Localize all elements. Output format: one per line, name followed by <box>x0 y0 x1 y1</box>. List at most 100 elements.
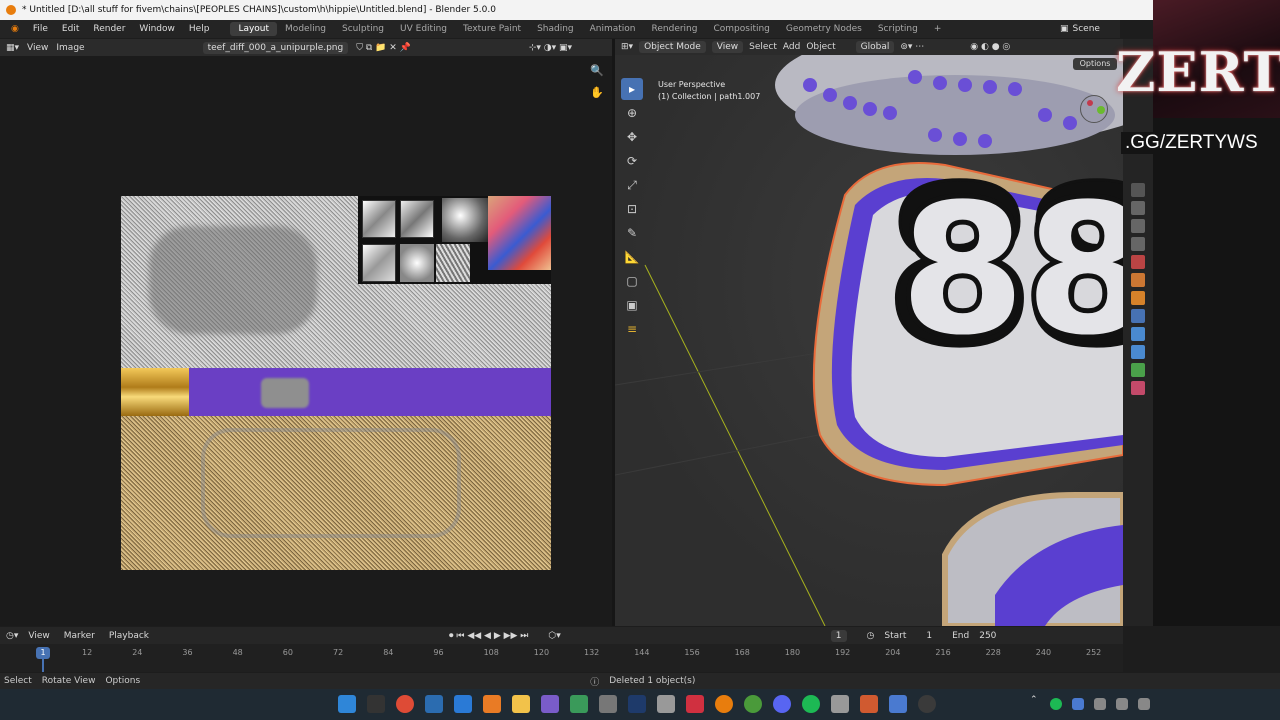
taskbar-app-icon[interactable] <box>918 695 936 713</box>
tab-sculpting[interactable]: Sculpting <box>334 22 392 36</box>
keying-icon[interactable]: ⬡▾ <box>548 631 560 641</box>
menu-render[interactable]: Render <box>86 24 132 34</box>
tab-layout[interactable]: Layout <box>230 22 278 36</box>
browser-icon[interactable] <box>744 695 762 713</box>
viewport-shading-icons[interactable]: ◉ ◐ ● ◎ <box>970 42 1010 52</box>
taskbar-app-icon[interactable] <box>831 695 849 713</box>
material-properties-icon[interactable] <box>1131 381 1145 395</box>
view-layer-properties-icon[interactable] <box>1131 237 1145 251</box>
start-frame-field[interactable]: 1 <box>926 631 932 641</box>
annotate-tool-icon[interactable]: ✎ <box>621 222 643 244</box>
data-properties-icon[interactable] <box>1131 363 1145 377</box>
physics-properties-icon[interactable] <box>1131 345 1145 359</box>
menu-edit[interactable]: Edit <box>55 24 86 34</box>
timeline-view-menu[interactable]: View <box>28 631 49 641</box>
transform-tool-icon[interactable]: ⊡ <box>621 198 643 220</box>
clock-icon[interactable]: ◷ <box>867 631 875 641</box>
timeline-area[interactable]: 12 24 36 48 60 72 84 96 108 120 132 144 156 168 180 192… <box>0 644 1123 672</box>
tab-shading[interactable]: Shading <box>529 22 582 36</box>
file-explorer-icon[interactable] <box>512 695 530 713</box>
viewport-add-menu[interactable]: Add <box>783 42 800 52</box>
viewport-view-menu[interactable]: View <box>711 41 744 53</box>
image-name-field[interactable]: teef_diff_000_a_unipurple.png <box>202 41 349 54</box>
viewport-object-menu[interactable]: Object <box>806 42 835 52</box>
tab-uv-editing[interactable]: UV Editing <box>392 22 455 36</box>
tab-scripting[interactable]: Scripting <box>870 22 926 36</box>
menu-window[interactable]: Window <box>132 24 182 34</box>
scene-selector[interactable]: ▣ Scene <box>1060 22 1120 36</box>
taskbar-app-icon[interactable] <box>570 695 588 713</box>
object-mode-dropdown[interactable]: Object Mode <box>639 41 706 53</box>
tool-properties-icon[interactable] <box>1131 183 1145 197</box>
viewport-editor-type-icon[interactable]: ⊞▾ <box>621 42 633 52</box>
particles-properties-icon[interactable] <box>1131 327 1145 341</box>
tab-animation[interactable]: Animation <box>582 22 644 36</box>
render-properties-icon[interactable] <box>1131 201 1145 215</box>
modifier-properties-icon[interactable] <box>1131 309 1145 323</box>
taskbar-app-icon[interactable] <box>657 695 675 713</box>
cursor-tool-icon[interactable]: ⊕ <box>621 102 643 124</box>
grease-pencil-tool-icon[interactable]: ≡ <box>621 318 643 340</box>
tab-texture-paint[interactable]: Texture Paint <box>455 22 529 36</box>
viewport-options-button[interactable]: Options <box>1073 58 1117 70</box>
transform-orientation-dropdown[interactable]: Global <box>855 41 895 53</box>
store-icon[interactable] <box>425 695 443 713</box>
timeline-editor-type-icon[interactable]: ◷▾ <box>6 631 18 641</box>
tab-rendering[interactable]: Rendering <box>644 22 706 36</box>
photoshop-icon[interactable] <box>628 695 646 713</box>
taskbar-app-icon[interactable] <box>541 695 559 713</box>
add-workspace-button[interactable]: + <box>926 22 950 36</box>
end-frame-field[interactable]: 250 <box>979 631 996 641</box>
settings-icon[interactable] <box>599 695 617 713</box>
taskbar-app-icon[interactable] <box>367 695 385 713</box>
add-cube-tool-icon[interactable]: ▢ <box>621 270 643 292</box>
navigation-gizmo[interactable] <box>1080 95 1108 123</box>
current-frame-field[interactable]: 1 <box>830 629 847 642</box>
illustrator-icon[interactable] <box>483 695 501 713</box>
tab-modeling[interactable]: Modeling <box>277 22 334 36</box>
playhead[interactable]: 1 <box>36 647 50 659</box>
move-tool-icon[interactable]: ✥ <box>621 126 643 148</box>
tab-geometry-nodes[interactable]: Geometry Nodes <box>778 22 870 36</box>
taskbar-app-icon[interactable] <box>860 695 878 713</box>
tray-chevron-icon[interactable]: ⌃ <box>1030 695 1040 713</box>
fake-user-icon[interactable]: ⛉ ⧉ 📁 ✕ 📌 <box>356 43 411 53</box>
menu-help[interactable]: Help <box>182 24 217 34</box>
vscode-icon[interactable] <box>454 695 472 713</box>
tray-network-icon[interactable] <box>1138 698 1150 710</box>
3d-viewport[interactable]: 888 888 <box>615 55 1123 626</box>
timeline-marker-menu[interactable]: Marker <box>64 631 95 641</box>
object-properties-icon[interactable] <box>1131 291 1145 305</box>
spotify-icon[interactable] <box>802 695 820 713</box>
rotate-tool-icon[interactable]: ⟳ <box>621 150 643 172</box>
measure-tool-icon[interactable]: 📐 <box>621 246 643 268</box>
tab-compositing[interactable]: Compositing <box>705 22 777 36</box>
blender-menu-icon[interactable]: ◉ <box>4 24 26 34</box>
pan-hand-icon[interactable]: ✋ <box>590 86 604 99</box>
tray-app-icon[interactable] <box>1072 698 1084 710</box>
viewport-select-menu[interactable]: Select <box>749 42 777 52</box>
zoom-icon[interactable]: 🔍 <box>590 64 604 77</box>
image-editor-tool-icons[interactable]: ⊹▾ ◑▾ ▣▾ <box>529 43 572 53</box>
timeline-playback-menu[interactable]: Playback <box>109 631 149 641</box>
start-button-icon[interactable] <box>338 695 356 713</box>
menu-file[interactable]: File <box>26 24 55 34</box>
tray-spotify-icon[interactable] <box>1050 698 1062 710</box>
image-image-menu[interactable]: Image <box>56 43 84 53</box>
image-view-menu[interactable]: View <box>27 43 48 53</box>
playback-controls[interactable]: ⏺ ⏮ ◀◀ ◀ ▶ ▶▶ ⏭ <box>449 631 528 641</box>
tray-app-icon[interactable] <box>1094 698 1106 710</box>
discord-icon[interactable] <box>773 695 791 713</box>
tray-mic-icon[interactable] <box>1116 698 1128 710</box>
blender-taskbar-icon[interactable] <box>715 695 733 713</box>
scene-properties-icon[interactable] <box>1131 255 1145 269</box>
select-box-tool-icon[interactable]: ▸ <box>621 78 643 100</box>
editor-type-icon[interactable]: ▦▾ <box>6 43 19 53</box>
output-properties-icon[interactable] <box>1131 219 1145 233</box>
extra-tool-icon[interactable]: ▣ <box>621 294 643 316</box>
scale-tool-icon[interactable]: ⤢ <box>621 174 643 196</box>
taskbar-app-icon[interactable] <box>686 695 704 713</box>
snap-icon[interactable]: ⊚▾ ⋯ <box>900 42 924 52</box>
world-properties-icon[interactable] <box>1131 273 1145 287</box>
taskbar-app-icon[interactable] <box>889 695 907 713</box>
